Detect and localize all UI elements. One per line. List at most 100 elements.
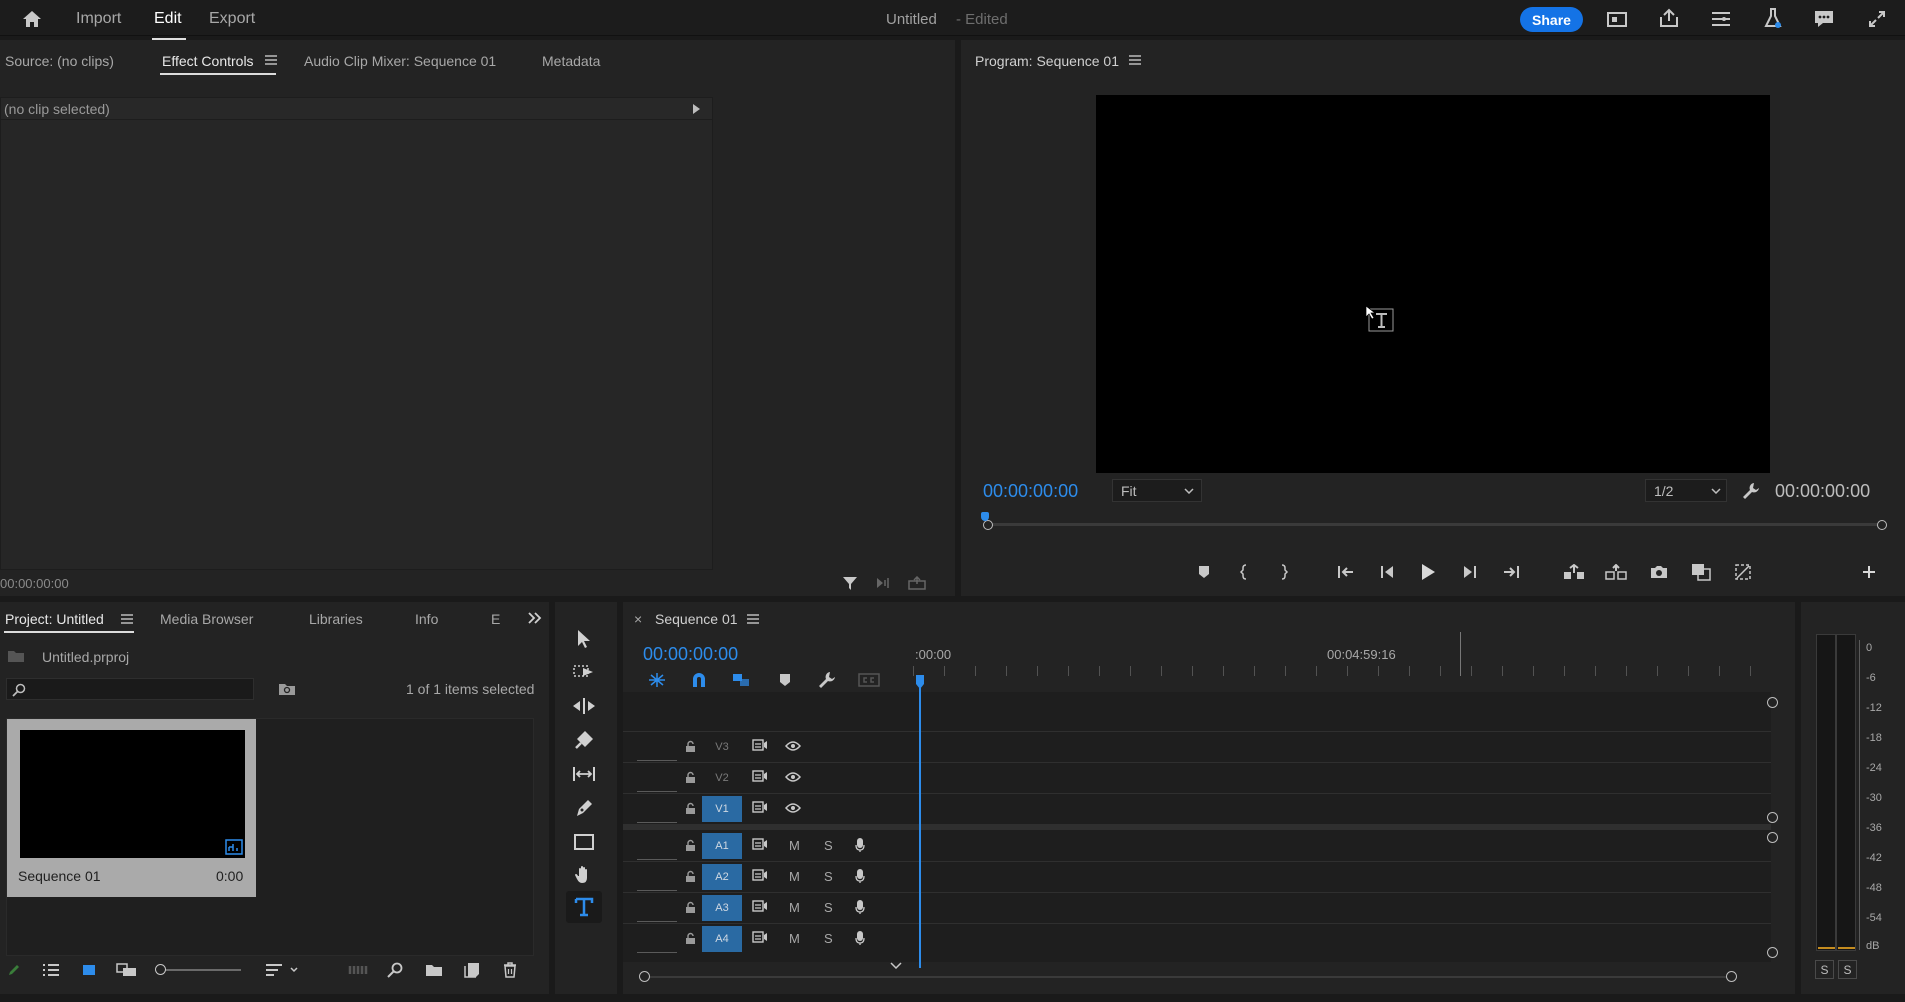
wrench-icon[interactable]	[1740, 480, 1762, 502]
collapse-chevron-icon[interactable]	[889, 960, 903, 970]
tab-effects-truncated[interactable]: E	[491, 611, 500, 627]
sequence-thumbnail-card[interactable]: Sequence 01 0:00	[7, 719, 256, 897]
zoom-select[interactable]: Fit	[1112, 479, 1202, 502]
tab-project[interactable]: Project: Untitled	[5, 611, 104, 627]
sync-lock-icon[interactable]	[751, 799, 769, 815]
type-tool-icon[interactable]	[569, 894, 599, 920]
effect-controls-menu-icon[interactable]	[262, 52, 280, 68]
icon-view-icon[interactable]	[78, 961, 100, 979]
nav-edit[interactable]: Edit	[154, 10, 182, 28]
mute-a3-button[interactable]: M	[789, 900, 800, 915]
tab-libraries[interactable]: Libraries	[309, 611, 363, 627]
mark-in-icon[interactable]	[1233, 562, 1255, 582]
project-search-input[interactable]	[6, 678, 254, 700]
lock-icon[interactable]	[682, 837, 698, 853]
expand-arrow-icon[interactable]	[689, 102, 703, 116]
lift-icon[interactable]	[1561, 562, 1587, 582]
toggle-proxies-icon[interactable]	[1731, 561, 1755, 583]
comparison-view-icon[interactable]	[1689, 561, 1713, 583]
go-to-out-icon[interactable]	[1499, 562, 1523, 582]
track-v2-label[interactable]: V2	[702, 765, 742, 791]
sync-lock-icon[interactable]	[751, 867, 769, 883]
thumbnail-zoom-slider[interactable]	[155, 963, 241, 977]
filter-icon[interactable]	[840, 574, 860, 592]
source-patch-v3[interactable]	[637, 760, 677, 761]
lock-icon[interactable]	[682, 738, 698, 754]
tab-media-browser[interactable]: Media Browser	[160, 611, 253, 627]
pen-tool-icon[interactable]	[569, 795, 599, 821]
add-marker-icon[interactable]	[1193, 562, 1215, 582]
mark-out-icon[interactable]	[1273, 562, 1295, 582]
microphone-icon[interactable]	[852, 867, 868, 885]
add-marker-timeline-icon[interactable]	[773, 670, 797, 690]
playhead-marker[interactable]	[981, 512, 989, 521]
zoom-slider-knob[interactable]	[155, 964, 166, 975]
play-icon[interactable]	[1416, 561, 1440, 583]
audio-scroll-bottom-handle[interactable]	[1767, 947, 1778, 958]
snap-magnet-icon[interactable]	[687, 670, 711, 690]
timeline-current-timecode[interactable]: 00:00:00:00	[643, 644, 738, 665]
tab-audio-clip-mixer[interactable]: Audio Clip Mixer: Sequence 01	[304, 53, 496, 69]
go-to-in-icon[interactable]	[1334, 562, 1358, 582]
freeform-view-icon[interactable]	[114, 961, 140, 979]
feedback-icon[interactable]	[1811, 7, 1837, 31]
play-audio-icon[interactable]	[874, 574, 894, 592]
timeline-settings-wrench-icon[interactable]	[815, 670, 839, 690]
source-patch-v1[interactable]	[637, 822, 677, 823]
solo-left-button[interactable]: S	[1815, 960, 1834, 979]
source-patch-a3[interactable]	[637, 921, 677, 922]
microphone-icon[interactable]	[852, 898, 868, 916]
extract-icon[interactable]	[1603, 562, 1629, 582]
solo-a4-button[interactable]: S	[824, 931, 833, 946]
eye-icon[interactable]	[784, 800, 802, 816]
microphone-icon[interactable]	[852, 836, 868, 854]
quick-export-icon[interactable]	[1604, 7, 1630, 31]
lock-icon[interactable]	[682, 930, 698, 946]
lock-icon[interactable]	[682, 868, 698, 884]
ripple-edit-tool-icon[interactable]	[569, 693, 599, 719]
sync-lock-icon[interactable]	[751, 836, 769, 852]
list-view-icon[interactable]	[40, 961, 62, 979]
solo-right-button[interactable]: S	[1838, 960, 1857, 979]
video-scroll-top-handle[interactable]	[1767, 697, 1778, 708]
linked-selection-icon[interactable]	[729, 670, 753, 690]
program-monitor-menu-icon[interactable]	[1126, 52, 1144, 68]
track-v3-label[interactable]: V3	[702, 734, 742, 760]
track-a3-label[interactable]: A3	[702, 895, 742, 921]
program-current-timecode[interactable]: 00:00:00:00	[983, 481, 1078, 502]
track-a1-label[interactable]: A1	[702, 833, 742, 859]
mute-a4-button[interactable]: M	[789, 931, 800, 946]
sync-lock-icon[interactable]	[751, 768, 769, 784]
share-button[interactable]: Share	[1520, 7, 1583, 32]
tab-sequence[interactable]: Sequence 01	[655, 611, 738, 627]
new-item-icon[interactable]	[461, 961, 483, 979]
program-scrubber[interactable]	[981, 512, 1887, 530]
eye-icon[interactable]	[784, 769, 802, 785]
razor-tool-icon[interactable]	[569, 727, 599, 753]
slip-tool-icon[interactable]	[569, 761, 599, 787]
sync-lock-icon[interactable]	[751, 898, 769, 914]
captions-icon[interactable]	[857, 670, 881, 690]
mute-a2-button[interactable]: M	[789, 869, 800, 884]
step-forward-icon[interactable]	[1458, 562, 1482, 582]
tab-info[interactable]: Info	[415, 611, 438, 627]
source-patch-v2[interactable]	[637, 791, 677, 792]
solo-a3-button[interactable]: S	[824, 900, 833, 915]
lock-icon[interactable]	[682, 899, 698, 915]
resolution-select[interactable]: 1/2	[1645, 479, 1727, 502]
track-a4-label[interactable]: A4	[702, 926, 742, 952]
home-icon[interactable]	[18, 8, 46, 30]
new-bin-icon[interactable]	[423, 961, 445, 979]
sync-lock-icon[interactable]	[751, 737, 769, 753]
tab-effect-controls[interactable]: Effect Controls	[162, 53, 254, 69]
video-scroll-bottom-handle[interactable]	[1767, 812, 1778, 823]
microphone-icon[interactable]	[852, 929, 868, 947]
rectangle-tool-icon[interactable]	[569, 829, 599, 855]
lock-icon[interactable]	[682, 769, 698, 785]
sequence-menu-icon[interactable]	[744, 611, 762, 627]
program-video-frame[interactable]	[1096, 95, 1770, 473]
step-back-icon[interactable]	[1375, 562, 1399, 582]
sync-lock-icon[interactable]	[751, 929, 769, 945]
beta-flask-icon[interactable]	[1760, 6, 1786, 30]
solo-a2-button[interactable]: S	[824, 869, 833, 884]
